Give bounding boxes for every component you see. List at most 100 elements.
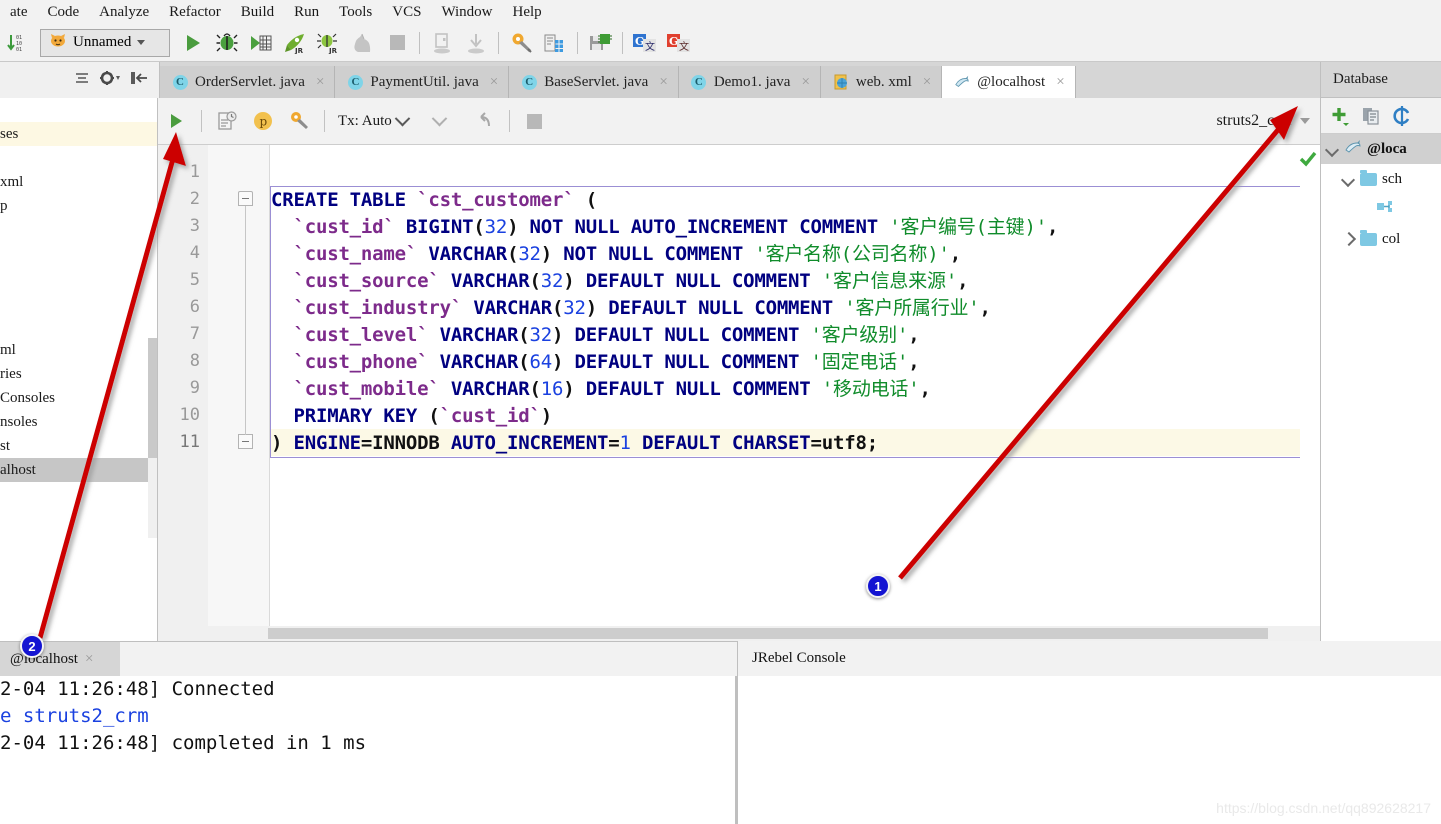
close-icon[interactable]: × bbox=[923, 74, 931, 91]
add-data-source-button[interactable] bbox=[1326, 102, 1354, 130]
menu-item-window[interactable]: Window bbox=[431, 0, 502, 24]
project-tool-window[interactable]: ses xmlp mlriesConsolesnsolesstalhost bbox=[0, 98, 158, 641]
translate-google-button[interactable]: G 文 bbox=[630, 28, 660, 58]
code-line[interactable]: `cust_source` VARCHAR(32) DEFAULT NULL C… bbox=[271, 268, 1314, 295]
chevron-down-icon[interactable] bbox=[1341, 172, 1355, 186]
project-tree-row[interactable] bbox=[0, 218, 157, 242]
code-line[interactable]: ) ENGINE=INNODB AUTO_INCREMENT=1 DEFAULT… bbox=[271, 430, 1314, 457]
settings-button[interactable] bbox=[506, 28, 536, 58]
project-tree-row[interactable] bbox=[0, 242, 157, 266]
database-console-tab[interactable]: @localhost × bbox=[0, 642, 120, 676]
fold-marker[interactable] bbox=[238, 191, 253, 206]
menu-item-run[interactable]: Run bbox=[284, 0, 329, 24]
database-button[interactable] bbox=[540, 28, 570, 58]
database-tree-row[interactable]: sch bbox=[1321, 164, 1441, 194]
project-tree-row[interactable]: ries bbox=[0, 362, 157, 386]
attach-profiler-button[interactable] bbox=[348, 28, 378, 58]
sql-editor[interactable]: 1234567891011 CREATE TABLE `cst_customer… bbox=[158, 145, 1320, 641]
menu-item-build[interactable]: Build bbox=[231, 0, 284, 24]
project-tree-row[interactable]: nsoles bbox=[0, 410, 157, 434]
project-tree-row[interactable] bbox=[0, 314, 157, 338]
close-icon[interactable]: × bbox=[85, 651, 93, 668]
code-line[interactable]: `cust_id` BIGINT(32) NOT NULL AUTO_INCRE… bbox=[271, 214, 1314, 241]
code-line[interactable]: `cust_industry` VARCHAR(32) DEFAULT NULL… bbox=[271, 295, 1314, 322]
chevron-down-icon[interactable] bbox=[137, 40, 145, 45]
menu-item-help[interactable]: Help bbox=[503, 0, 552, 24]
database-tree-row[interactable] bbox=[1321, 194, 1441, 224]
project-tree-row[interactable]: Consoles bbox=[0, 386, 157, 410]
stop-button[interactable] bbox=[382, 28, 412, 58]
editor-tab-demo1-java[interactable]: CDemo1. java× bbox=[679, 66, 821, 98]
code-content[interactable]: CREATE TABLE `cst_customer` ( `cust_id` … bbox=[270, 186, 1315, 458]
code-folding-strip[interactable] bbox=[208, 145, 270, 641]
menu-item-ate[interactable]: ate bbox=[0, 0, 37, 24]
project-tree-row[interactable]: xml bbox=[0, 170, 157, 194]
close-icon[interactable]: × bbox=[659, 74, 667, 91]
editor-tab-paymentutil-java[interactable]: CPaymentUtil. java× bbox=[335, 66, 509, 98]
code-line[interactable]: `cust_name` VARCHAR(32) NOT NULL COMMENT… bbox=[271, 241, 1314, 268]
chevron-down-icon[interactable] bbox=[1325, 142, 1339, 156]
database-tree-row[interactable]: col bbox=[1321, 224, 1441, 254]
update-application-button[interactable] bbox=[427, 28, 457, 58]
project-scrollbar[interactable] bbox=[148, 338, 157, 538]
data-source-properties-button[interactable] bbox=[283, 105, 315, 137]
project-tree-row[interactable] bbox=[0, 290, 157, 314]
jrebel-debug-button[interactable]: JR bbox=[314, 28, 344, 58]
duplicate-button[interactable] bbox=[1357, 102, 1385, 130]
debug-button[interactable] bbox=[212, 28, 242, 58]
project-tree-row[interactable]: ses bbox=[0, 122, 157, 146]
close-icon[interactable]: × bbox=[316, 74, 324, 91]
hide-panel-icon[interactable] bbox=[129, 69, 149, 92]
menu-item-analyze[interactable]: Analyze bbox=[89, 0, 159, 24]
redeploy-button[interactable] bbox=[461, 28, 491, 58]
database-console-output[interactable]: 2-04 11:26:48] Connectede struts2_crm2-0… bbox=[0, 676, 736, 824]
close-icon[interactable]: × bbox=[1056, 74, 1064, 91]
project-tree-row[interactable]: ml bbox=[0, 338, 157, 362]
rollback-button[interactable] bbox=[468, 105, 500, 137]
close-icon[interactable]: × bbox=[801, 74, 809, 91]
query-history-button[interactable] bbox=[211, 105, 243, 137]
run-coverage-button[interactable] bbox=[246, 28, 276, 58]
gear-icon[interactable] bbox=[99, 69, 121, 92]
save-all-button[interactable] bbox=[585, 28, 615, 58]
code-line[interactable]: `cust_level` VARCHAR(32) DEFAULT NULL CO… bbox=[271, 322, 1314, 349]
menu-item-vcs[interactable]: VCS bbox=[382, 0, 431, 24]
schema-selector[interactable]: struts2_crm bbox=[1216, 112, 1310, 130]
code-token: ( bbox=[552, 297, 563, 319]
code-line[interactable]: `cust_mobile` VARCHAR(16) DEFAULT NULL C… bbox=[271, 376, 1314, 403]
inspection-gutter[interactable] bbox=[1300, 145, 1320, 641]
project-tree-row[interactable] bbox=[0, 98, 157, 122]
translate-button[interactable]: G 文 bbox=[664, 28, 694, 58]
menu-item-refactor[interactable]: Refactor bbox=[159, 0, 231, 24]
code-line[interactable]: CREATE TABLE `cst_customer` ( bbox=[271, 187, 1314, 214]
project-tree-row[interactable]: st bbox=[0, 434, 157, 458]
project-tree-row[interactable] bbox=[0, 266, 157, 290]
sort-numeric-icon[interactable]: 01 10 01 bbox=[2, 28, 32, 58]
project-tree-row[interactable]: alhost bbox=[0, 458, 157, 482]
stop-query-button[interactable] bbox=[519, 105, 551, 137]
jrebel-run-button[interactable]: JR bbox=[280, 28, 310, 58]
chevron-right-icon[interactable] bbox=[1341, 232, 1355, 246]
code-line[interactable]: PRIMARY KEY (`cust_id`) bbox=[271, 403, 1314, 430]
editor-horizontal-scrollbar[interactable] bbox=[158, 626, 1320, 641]
editor-tab-localhost[interactable]: @localhost× bbox=[942, 66, 1075, 98]
run-configuration-selector[interactable]: Unnamed bbox=[40, 29, 170, 57]
menu-item-tools[interactable]: Tools bbox=[329, 0, 382, 24]
commit-button[interactable] bbox=[424, 105, 456, 137]
menu-item-code[interactable]: Code bbox=[37, 0, 89, 24]
editor-tab-orderservlet-java[interactable]: COrderServlet. java× bbox=[160, 66, 335, 98]
transaction-mode-selector[interactable]: Tx: Auto bbox=[338, 113, 408, 130]
parameters-button[interactable]: p bbox=[247, 105, 279, 137]
synchronize-button[interactable] bbox=[1388, 102, 1416, 130]
close-icon[interactable]: × bbox=[490, 74, 498, 91]
project-tree-row[interactable]: p bbox=[0, 194, 157, 218]
editor-tab-web-xml[interactable]: web. xml× bbox=[821, 66, 942, 98]
run-button[interactable] bbox=[178, 28, 208, 58]
project-tree-row[interactable] bbox=[0, 146, 157, 170]
code-line[interactable]: `cust_phone` VARCHAR(64) DEFAULT NULL CO… bbox=[271, 349, 1314, 376]
expand-collapse-icon[interactable] bbox=[73, 69, 91, 92]
database-tree-row[interactable]: @loca bbox=[1321, 134, 1441, 164]
execute-statement-button[interactable] bbox=[160, 105, 192, 137]
fold-marker[interactable] bbox=[238, 434, 253, 449]
editor-tab-baseservlet-java[interactable]: CBaseServlet. java× bbox=[509, 66, 679, 98]
